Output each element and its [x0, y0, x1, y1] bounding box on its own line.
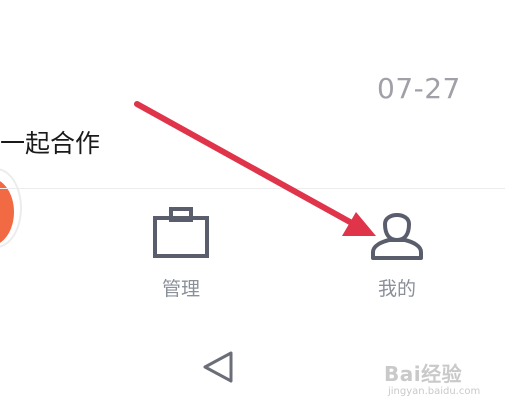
tab-manage[interactable]: 管理	[121, 198, 241, 308]
screen: 07-27 一起合作 管理 我的 Bai经验 jingyan.baidu.com	[0, 0, 505, 412]
tab-mine-label: 我的	[377, 278, 416, 300]
tab-manage-label: 管理	[161, 278, 200, 300]
watermark-url: jingyan.baidu.com	[388, 386, 481, 397]
back-triangle-icon[interactable]	[200, 349, 236, 385]
watermark: Bai经验 jingyan.baidu.com	[380, 358, 498, 404]
divider	[0, 188, 505, 189]
message-date: 07-27	[377, 72, 461, 105]
person-icon	[371, 213, 423, 260]
watermark-logo: Bai经验	[384, 362, 463, 386]
briefcase-icon	[153, 207, 209, 258]
tab-mine[interactable]: 我的	[337, 198, 457, 308]
message-text: 一起合作	[0, 129, 101, 158]
message-list-item[interactable]: 07-27 一起合作	[0, 0, 505, 188]
